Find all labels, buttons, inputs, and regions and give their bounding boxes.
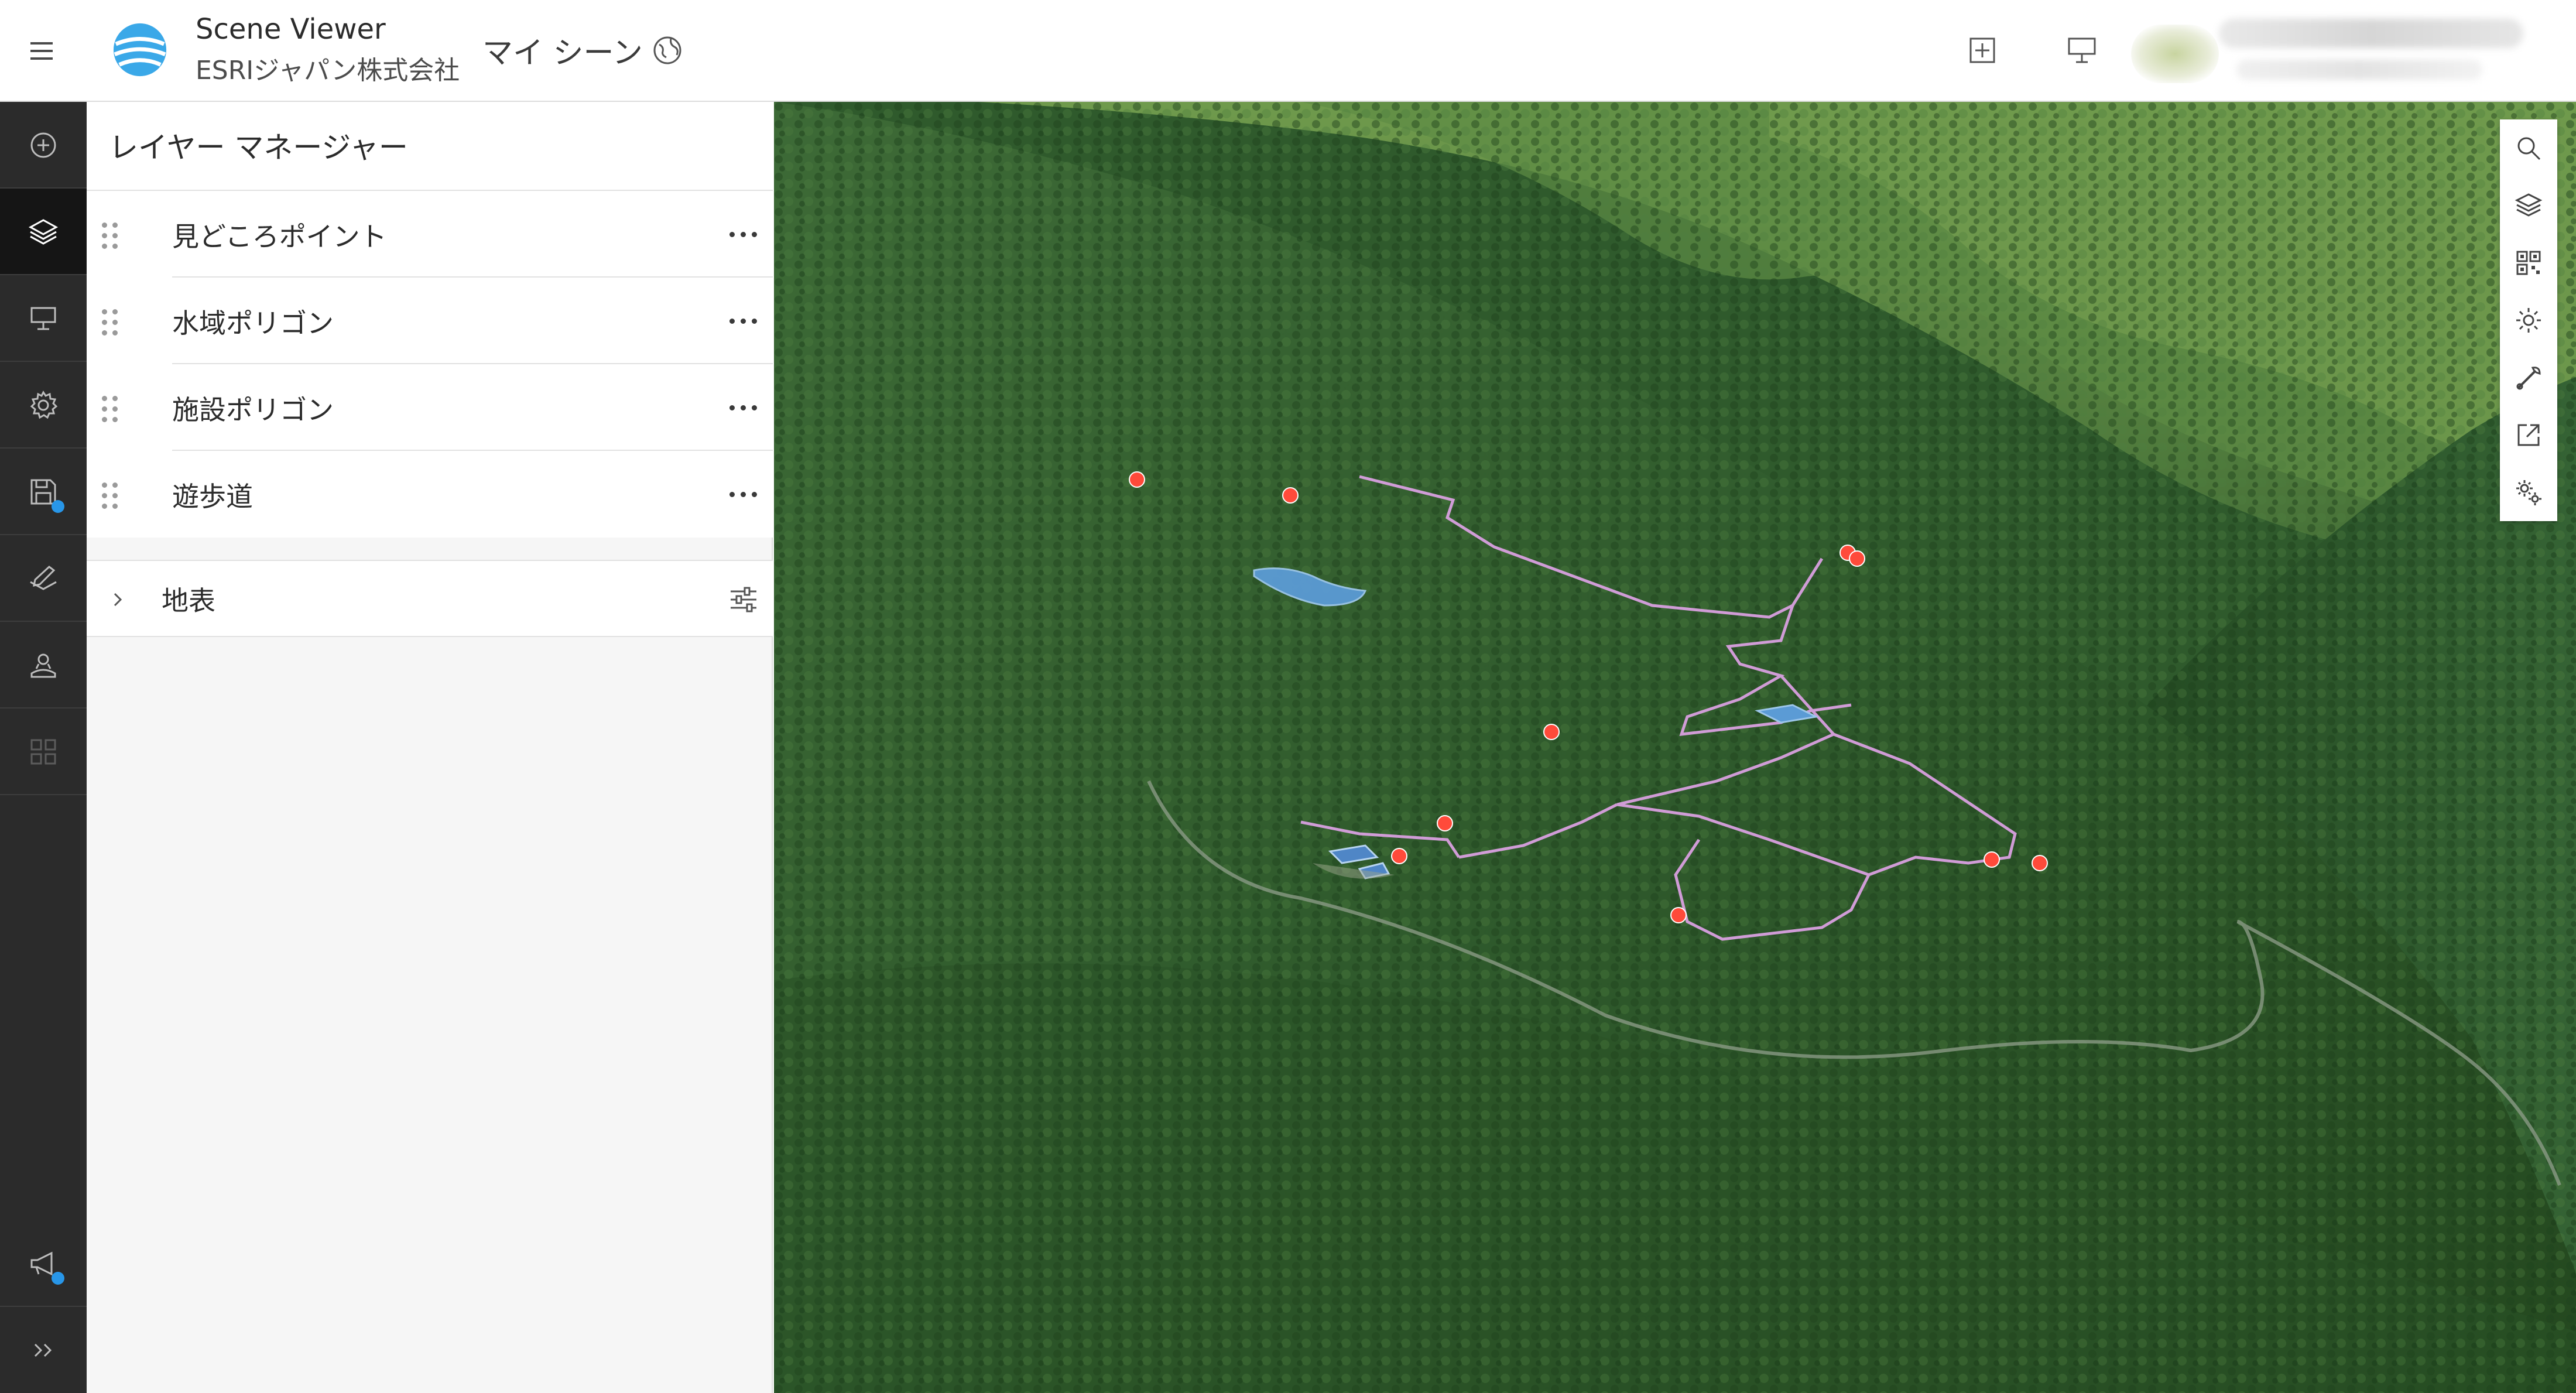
layer-label: 施設ポリゴン: [172, 394, 334, 426]
drag-handle-icon[interactable]: [100, 308, 123, 336]
measure-button[interactable]: [2500, 349, 2557, 406]
rail-edit[interactable]: [0, 535, 87, 622]
drag-handle-icon[interactable]: [100, 481, 123, 509]
panel-title: レイヤー マネージャー: [109, 131, 408, 165]
new-scene-icon[interactable]: [1966, 34, 1999, 67]
menu-icon[interactable]: [28, 36, 56, 66]
scene-viewer-logo: [113, 23, 167, 77]
user-account[interactable]: [2125, 14, 2558, 88]
layer-manager-panel: レイヤー マネージャー 見どころポイント 水域ポリゴン 施設ポリゴン 遊歩道 地…: [87, 102, 773, 1393]
layer-label: 水域ポリゴン: [172, 307, 334, 339]
globe-icon[interactable]: [651, 34, 684, 67]
more-options-icon[interactable]: [727, 393, 760, 422]
grid-icon: [30, 739, 56, 765]
rail-expand[interactable]: [0, 1306, 87, 1392]
layer-row[interactable]: 施設ポリゴン: [87, 364, 773, 451]
terrain-3d[interactable]: [774, 102, 2576, 1393]
map-toolbar: [2500, 119, 2557, 521]
drag-handle-icon[interactable]: [100, 221, 123, 249]
daylight-button[interactable]: [2500, 292, 2557, 349]
avatar: [2131, 25, 2219, 83]
rail-grid[interactable]: [0, 709, 87, 795]
layer-label: 見どころポイント: [172, 221, 387, 252]
scene-title[interactable]: マイ シーン: [482, 28, 643, 72]
rail-add[interactable]: [0, 102, 87, 189]
rail-announcements[interactable]: [0, 1220, 87, 1307]
chevron-right-icon[interactable]: [105, 587, 131, 612]
sliders-icon[interactable]: [727, 583, 760, 616]
expand-icon: [34, 1343, 52, 1357]
ground-label: 地表: [162, 585, 215, 617]
scene-view[interactable]: [774, 102, 2576, 1393]
layer-row[interactable]: 見どころポイント: [87, 191, 773, 278]
rail-save[interactable]: [0, 449, 87, 535]
app-header: Scene Viewer ESRIジャパン株式会社 マイ シーン: [0, 0, 2576, 102]
rail-widgets[interactable]: [0, 622, 87, 709]
left-rail: [0, 102, 87, 1393]
user-org-blurred: [2236, 60, 2482, 80]
scene-settings-button[interactable]: [2500, 464, 2557, 521]
share-button[interactable]: [2500, 406, 2557, 464]
more-options-icon[interactable]: [727, 220, 760, 248]
more-options-icon[interactable]: [727, 480, 760, 508]
rail-slides[interactable]: [0, 275, 87, 362]
edit-icon: [30, 566, 57, 590]
layer-list-button[interactable]: [2500, 177, 2557, 234]
org-name: ESRIジャパン株式会社: [196, 56, 460, 85]
layers-icon: [2515, 193, 2543, 217]
ground-layer-row[interactable]: 地表: [87, 560, 773, 637]
presentation-icon: [30, 307, 56, 330]
add-icon: [30, 132, 56, 158]
presentation-icon[interactable]: [2065, 34, 2098, 67]
layer-label: 遊歩道: [172, 481, 253, 512]
sun-icon: [2516, 308, 2541, 333]
user-name-blurred: [2219, 19, 2523, 48]
qr-code-icon: [2516, 251, 2541, 275]
rail-layers[interactable]: [0, 189, 87, 275]
layer-row[interactable]: 遊歩道: [87, 451, 773, 538]
app-title: Scene Viewer: [196, 13, 386, 46]
measure-icon: [2516, 367, 2541, 390]
layers-icon: [28, 219, 59, 245]
panel-header: レイヤー マネージャー: [87, 102, 773, 191]
more-options-icon[interactable]: [727, 307, 760, 335]
search-button[interactable]: [2500, 119, 2557, 177]
rail-settings[interactable]: [0, 362, 87, 449]
basemap-button[interactable]: [2500, 234, 2557, 292]
gear-icon: [30, 391, 58, 419]
layer-row[interactable]: 水域ポリゴン: [87, 278, 773, 364]
save-badge: [52, 500, 64, 513]
share-icon: [2517, 424, 2540, 446]
settings-gear-icon: [2516, 480, 2541, 505]
announcement-badge: [52, 1272, 64, 1285]
widgets-icon: [30, 653, 56, 678]
drag-handle-icon[interactable]: [100, 395, 123, 423]
search-icon: [2517, 137, 2541, 160]
